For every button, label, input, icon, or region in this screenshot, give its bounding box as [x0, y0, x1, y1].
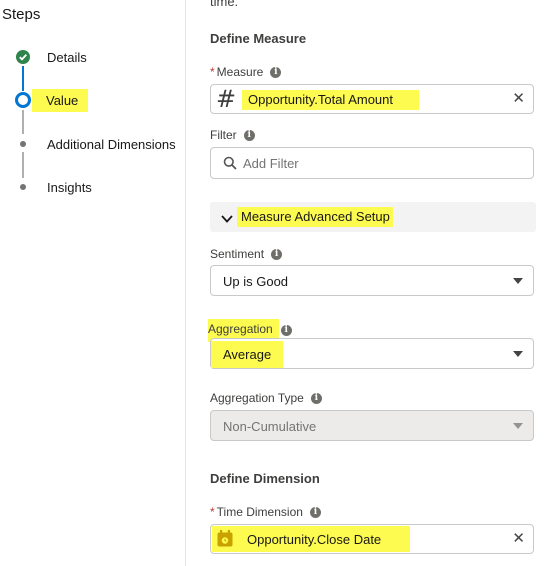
measure-value: Opportunity.Total Amount: [242, 90, 420, 110]
dropdown-caret-icon: [513, 423, 523, 429]
time-dimension-value: Opportunity.Close Date: [247, 532, 382, 547]
info-icon[interactable]: i: [310, 392, 322, 404]
measure-label-text: Measure: [216, 65, 264, 79]
sentiment-select[interactable]: Up is Good: [210, 265, 534, 296]
define-dimension-heading: Define Dimension: [210, 471, 320, 486]
info-icon[interactable]: i: [309, 506, 321, 518]
step-connector: [22, 110, 24, 134]
time-dimension-lookup[interactable]: Opportunity.Close Date ✕: [210, 524, 534, 554]
active-step-ring-icon: [14, 91, 32, 109]
info-icon[interactable]: i: [280, 325, 292, 336]
sentiment-label: Sentiment i: [210, 247, 283, 261]
required-marker: *: [210, 65, 215, 79]
filter-label: Filter i: [210, 128, 255, 142]
filter-input[interactable]: Add Filter: [210, 147, 534, 179]
aggregation-type-value: Non-Cumulative: [223, 419, 317, 434]
step-connector-active: [22, 66, 24, 91]
previous-text-fragment: time.: [210, 0, 239, 9]
aggregation-type-label-text: Aggregation Type: [210, 391, 304, 405]
time-dimension-label-text: Time Dimension: [216, 505, 303, 519]
hash-icon: #: [216, 85, 237, 113]
time-dimension-label: * Time Dimension i: [210, 505, 321, 519]
measure-advanced-setup-accordion[interactable]: Measure Advanced Setup: [210, 202, 536, 232]
aggregation-type-label: Aggregation Type i: [210, 391, 322, 405]
sentiment-value: Up is Good: [223, 274, 289, 289]
dropdown-caret-icon: [513, 278, 523, 284]
step-connector: [22, 152, 24, 178]
required-marker: *: [210, 505, 215, 519]
sentiment-label-text: Sentiment: [210, 247, 265, 261]
calendar-icon: [217, 530, 233, 552]
steps-title: Steps: [2, 6, 41, 23]
info-icon[interactable]: i: [271, 248, 283, 260]
pending-dot-icon: [14, 178, 32, 196]
aggregation-type-select: Non-Cumulative: [210, 410, 534, 441]
measure-lookup[interactable]: # Opportunity.Total Amount ✕: [210, 84, 534, 114]
steps-panel: Steps Details Value Additional Dimension…: [0, 0, 186, 566]
dropdown-caret-icon: [513, 351, 523, 357]
filter-label-text: Filter: [210, 128, 237, 142]
search-icon: [223, 156, 237, 175]
step-label: Insights: [47, 179, 92, 195]
step-label: Value: [32, 88, 89, 112]
aggregation-select[interactable]: Average: [210, 338, 534, 369]
aggregation-value: Average: [211, 341, 284, 368]
info-icon[interactable]: i: [243, 129, 255, 141]
info-icon[interactable]: i: [270, 66, 282, 78]
measure-label: * Measure i: [210, 65, 282, 79]
filter-placeholder: Add Filter: [243, 156, 299, 171]
chevron-down-icon: [221, 211, 233, 229]
step-label: Additional Dimensions: [47, 136, 176, 152]
clear-icon[interactable]: ✕: [512, 91, 525, 107]
check-circle-icon: [14, 48, 32, 66]
define-measure-heading: Define Measure: [210, 31, 307, 46]
advanced-setup-label: Measure Advanced Setup: [237, 207, 393, 227]
step-label: Details: [47, 49, 87, 65]
pending-dot-icon: [14, 135, 32, 153]
clear-icon[interactable]: ✕: [512, 531, 525, 547]
